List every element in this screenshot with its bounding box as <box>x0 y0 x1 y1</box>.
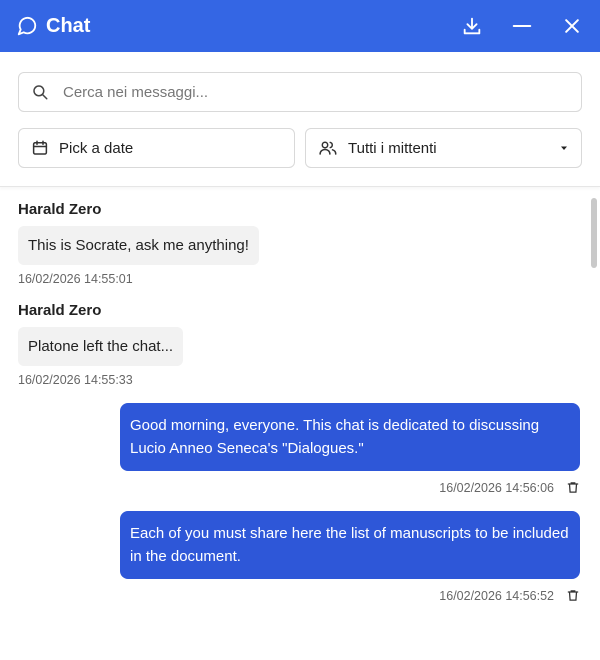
message-timestamp: 16/02/2026 14:55:01 <box>18 272 133 286</box>
minimize-icon[interactable] <box>510 14 534 38</box>
date-picker-label: Pick a date <box>59 139 134 157</box>
search-box[interactable] <box>18 72 582 112</box>
message-sender: Harald Zero <box>18 201 102 218</box>
header-title-group: Chat <box>16 15 460 38</box>
message-incoming: Harald Zero Platone left the chat... 16/… <box>18 302 582 387</box>
message-bubble: Platone left the chat... <box>18 327 184 366</box>
header-actions <box>460 14 584 38</box>
message-incoming: Harald Zero This is Socrate, ask me anyt… <box>18 201 582 286</box>
filter-row: Pick a date Tutti i mittenti <box>18 128 582 168</box>
calendar-icon <box>31 139 49 157</box>
message-sender: Harald Zero <box>18 302 102 319</box>
download-icon[interactable] <box>460 14 484 38</box>
message-bubble: Each of you must share here the list of … <box>120 511 580 579</box>
chat-title: Chat <box>46 14 91 37</box>
chat-bubble-icon <box>16 15 38 37</box>
sender-filter-select[interactable]: Tutti i mittenti <box>305 128 582 168</box>
close-icon[interactable] <box>560 14 584 38</box>
message-bubble: This is Socrate, ask me anything! <box>18 226 259 265</box>
message-timestamp: 16/02/2026 14:55:33 <box>18 373 133 387</box>
chat-header: Chat <box>0 0 600 52</box>
messages-list: Harald Zero This is Socrate, ask me anyt… <box>0 187 600 603</box>
search-icon <box>31 83 49 101</box>
message-bubble: Good morning, everyone. This chat is ded… <box>120 403 580 471</box>
trash-icon[interactable] <box>566 480 580 495</box>
message-meta: 16/02/2026 14:56:52 <box>439 588 580 603</box>
date-picker[interactable]: Pick a date <box>18 128 295 168</box>
filters-panel: Pick a date Tutti i mittenti <box>0 52 600 187</box>
message-outgoing: Good morning, everyone. This chat is ded… <box>18 403 582 495</box>
caret-down-icon <box>559 143 569 153</box>
message-meta: 16/02/2026 14:56:06 <box>439 480 580 495</box>
message-timestamp: 16/02/2026 14:56:52 <box>439 588 554 603</box>
users-icon <box>318 139 338 157</box>
message-timestamp: 16/02/2026 14:56:06 <box>439 480 554 495</box>
sender-filter-label: Tutti i mittenti <box>348 139 437 157</box>
trash-icon[interactable] <box>566 588 580 603</box>
message-outgoing: Each of you must share here the list of … <box>18 511 582 603</box>
search-input[interactable] <box>61 82 569 102</box>
